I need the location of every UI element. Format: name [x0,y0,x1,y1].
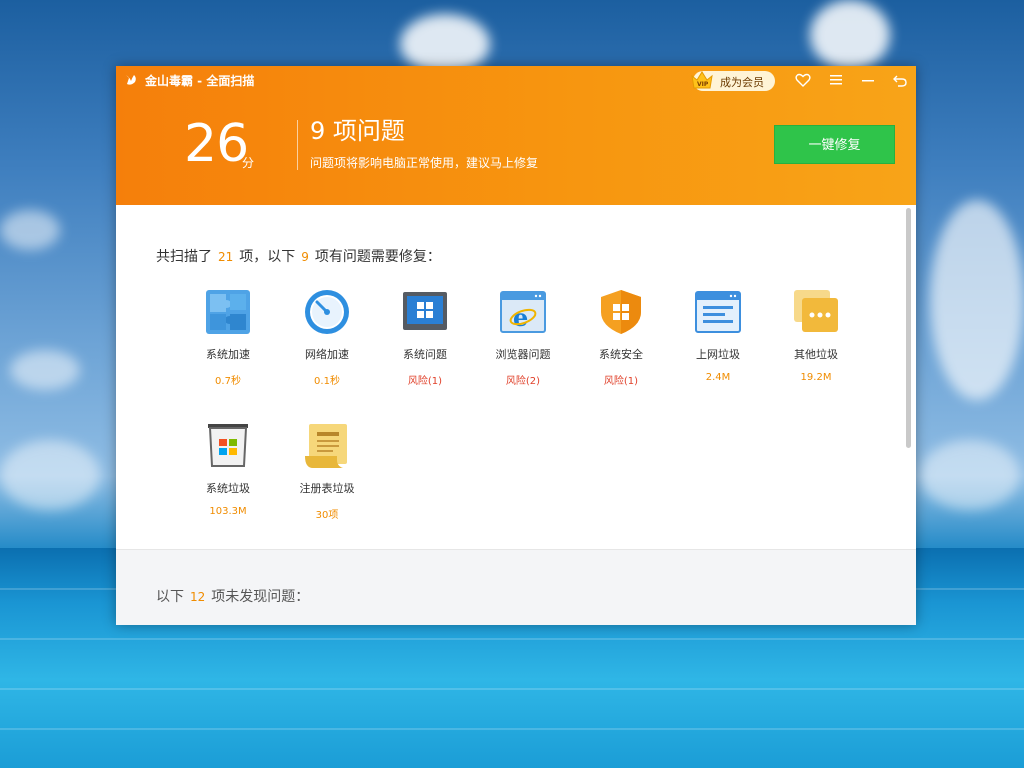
item-name: 上网垃圾 [696,348,740,361]
web-window-icon [695,291,741,333]
titlebar: 金山毒霸 - 全面扫描 VIP 成为会员 [116,66,916,94]
item-name: 注册表垃圾 [299,482,355,495]
item-system-security[interactable]: 系统安全 风险(1) [573,288,669,387]
item-network-acceleration[interactable]: 网络加速 0.1秒 [279,288,375,387]
summary-prefix: 共扫描了 [156,249,212,265]
scrollbar[interactable] [906,208,911,448]
windows-trash-icon [208,424,248,467]
summary-mid: 项，以下 [239,249,296,265]
summary-suffix: 项有问题需要修复： [314,249,441,265]
back-button[interactable] [890,70,910,90]
result-header: 金山毒霸 - 全面扫描 VIP 成为会员 26 分 9 项问题 问题项将影响电脑… [116,66,916,205]
item-name: 网络加速 [305,348,349,361]
scanned-count: 21 [218,250,234,264]
become-member-label: 成为会员 [720,76,764,89]
item-name: 系统垃圾 [206,482,250,495]
become-member-button[interactable]: VIP 成为会员 [691,71,775,91]
scan-summary: 共扫描了 21 项，以下 9 项有问题需要修复： [156,246,441,266]
window-title: 金山毒霸 - 全面扫描 [145,74,255,88]
item-name: 系统问题 [403,348,447,361]
item-registry-junk[interactable]: 注册表垃圾 30项 [279,422,375,521]
return-icon [893,75,907,87]
footer-suffix: 项未发现问题： [211,589,310,605]
heart-icon [795,73,811,87]
scan-window: 金山毒霸 - 全面扫描 VIP 成为会员 26 分 9 项问题 问题项将影响电脑… [116,66,916,625]
ie-browser-icon: e [500,291,546,333]
no-issue-count: 12 [190,590,206,604]
item-name: 系统安全 [599,348,643,361]
item-system-junk[interactable]: 系统垃圾 103.3M [180,422,276,517]
header-divider [297,120,298,170]
item-value: 风险(1) [407,376,443,387]
score-value: 26 [184,114,249,174]
speedometer-icon [305,290,349,334]
item-value: 0.1秒 [314,376,340,387]
minimize-icon [862,80,874,82]
footer-prefix: 以下 [156,589,184,605]
item-value: 19.2M [800,372,832,383]
item-value: 0.7秒 [215,376,241,387]
vip-crown-icon: VIP [691,71,713,89]
registry-scroll-icon [305,424,347,468]
item-name: 其他垃圾 [794,348,838,361]
menu-button[interactable] [826,70,846,90]
item-name: 浏览器问题 [495,348,551,361]
score-unit: 分 [242,156,255,170]
item-value: 风险(1) [603,376,639,387]
duba-logo-icon [126,75,136,85]
svg-text:VIP: VIP [697,81,709,88]
item-value: 103.3M [209,506,247,517]
item-value: 30项 [315,510,339,521]
favorite-button[interactable] [793,70,813,90]
issue-subtitle: 问题项将影响电脑正常使用，建议马上修复 [310,156,539,170]
issue-count-title: 9 项问题 [310,117,405,145]
item-name: 系统加速 [206,348,250,361]
menu-icon [830,75,842,85]
item-system-issues[interactable]: 系统问题 风险(1) [377,288,473,387]
windows-monitor-icon [403,292,447,330]
folder-dots-icon [794,290,838,332]
item-internet-junk[interactable]: 上网垃圾 2.4M [670,288,766,383]
problem-count: 9 [301,250,309,264]
svg-text:e: e [513,303,528,332]
shield-windows-icon [601,290,641,334]
item-other-junk[interactable]: 其他垃圾 19.2M [768,288,864,383]
item-value: 风险(2) [505,376,541,387]
one-click-fix-button[interactable]: 一键修复 [774,125,895,164]
item-system-acceleration[interactable]: 系统加速 0.7秒 [180,288,276,387]
minimize-button[interactable] [858,70,878,90]
item-browser-issues[interactable]: e 浏览器问题 风险(2) [475,288,571,387]
no-issue-summary[interactable]: 以下 12 项未发现问题： [156,586,309,606]
item-value: 2.4M [705,372,731,383]
no-issue-section: 以下 12 项未发现问题： [116,549,916,625]
puzzle-icon [206,290,250,334]
